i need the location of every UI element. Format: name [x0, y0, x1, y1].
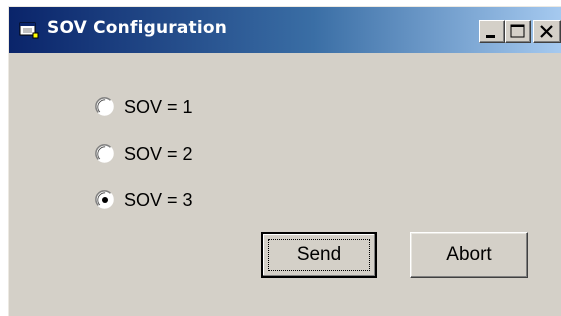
sov-configuration-window: SOV Configuration SOV = 1 SOV = 2 SOV = …: [8, 6, 561, 316]
title-bar[interactable]: SOV Configuration: [9, 7, 561, 53]
radio-option-sov-1[interactable]: SOV = 1: [95, 94, 193, 120]
minimize-icon: [486, 35, 495, 38]
abort-button-label: Abort: [446, 244, 492, 265]
radio-checked-icon[interactable]: [95, 190, 115, 210]
maximize-icon: [510, 24, 525, 38]
radio-label-sov-2: SOV = 2: [124, 143, 193, 164]
abort-button[interactable]: Abort: [410, 232, 528, 278]
radio-unchecked-icon[interactable]: [95, 97, 115, 117]
window-title: SOV Configuration: [47, 18, 228, 38]
app-icon[interactable]: [19, 21, 39, 39]
close-icon: [540, 25, 553, 38]
close-button[interactable]: [533, 20, 561, 43]
radio-unchecked-icon[interactable]: [95, 144, 115, 164]
radio-option-sov-3[interactable]: SOV = 3: [95, 187, 193, 213]
maximize-button[interactable]: [505, 20, 531, 43]
radio-option-sov-2[interactable]: SOV = 2: [95, 141, 193, 167]
radio-label-sov-1: SOV = 1: [124, 96, 193, 117]
minimize-button[interactable]: [479, 20, 505, 43]
radio-label-sov-3: SOV = 3: [124, 189, 193, 210]
send-button[interactable]: Send: [261, 232, 377, 278]
send-button-label: Send: [296, 244, 342, 265]
